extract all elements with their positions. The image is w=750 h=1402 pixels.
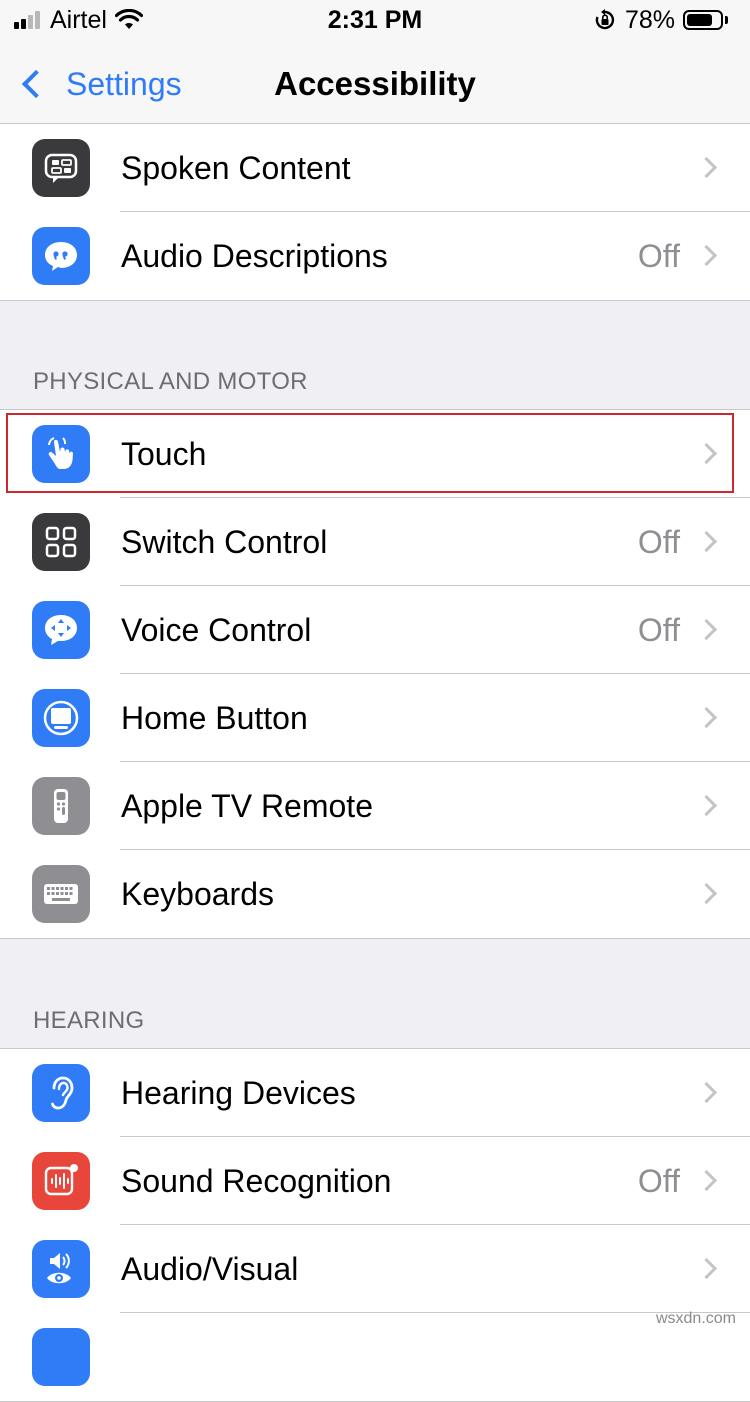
row-label: Spoken Content — [121, 150, 351, 186]
home-button-icon — [32, 689, 90, 747]
chevron-right-icon — [695, 530, 718, 553]
row-voice-control[interactable]: Voice Control Off — [0, 586, 750, 674]
audio-descriptions-icon — [32, 227, 90, 285]
chevron-right-icon — [695, 618, 718, 641]
chevron-right-icon — [695, 794, 718, 817]
sound-recognition-icon — [32, 1152, 90, 1210]
row-switch-control[interactable]: Switch Control Off — [0, 498, 750, 586]
voice-control-icon — [32, 601, 90, 659]
ear-icon — [32, 1064, 90, 1122]
section-header-physical-and-motor: PHYSICAL AND MOTOR — [33, 368, 308, 395]
orientation-lock-icon — [595, 9, 614, 30]
status-bar: Airtel 2:31 PM 78% — [0, 0, 750, 40]
chevron-right-icon — [695, 1169, 718, 1192]
chevron-right-icon — [695, 1257, 718, 1280]
row-hearing-devices[interactable]: Hearing Devices — [0, 1049, 750, 1137]
keyboard-icon — [32, 865, 90, 923]
section-header-hearing: HEARING — [33, 1007, 145, 1034]
row-label: Apple TV Remote — [121, 788, 373, 824]
spoken-content-icon — [32, 139, 90, 197]
row-label: Sound Recognition — [121, 1163, 392, 1199]
row-value: Off — [637, 524, 680, 560]
highlight-box — [6, 413, 734, 493]
settings-group-vision: Spoken Content Audio Descriptions Off — [0, 123, 750, 301]
row-sound-recognition[interactable]: Sound Recognition Off — [0, 1137, 750, 1225]
battery-percent: 78% — [624, 5, 675, 34]
row-label: Hearing Devices — [121, 1075, 356, 1111]
settings-group-hearing: Hearing Devices Sound Recognition Off Au… — [0, 1048, 750, 1402]
row-value: Off — [637, 238, 680, 274]
battery-fill — [687, 14, 712, 26]
row-label: Audio/Visual — [121, 1251, 299, 1287]
row-label: Voice Control — [121, 612, 312, 648]
row-apple-tv-remote[interactable]: Apple TV Remote — [0, 762, 750, 850]
chevron-right-icon — [695, 706, 718, 729]
row-label: Audio Descriptions — [121, 238, 388, 274]
row-label: Keyboards — [121, 876, 274, 912]
row-audio-visual[interactable]: Audio/Visual — [0, 1225, 750, 1313]
battery-icon — [683, 10, 723, 30]
page-title: Accessibility — [274, 65, 476, 102]
row-keyboards[interactable]: Keyboards — [0, 850, 750, 938]
chevron-right-icon — [695, 1081, 718, 1104]
navigation-bar: Settings Accessibility — [0, 40, 750, 129]
chevron-right-icon — [695, 156, 718, 179]
row-value: Off — [637, 612, 680, 648]
row-home-button[interactable]: Home Button — [0, 674, 750, 762]
audio-visual-icon — [32, 1240, 90, 1298]
battery-cap — [725, 16, 728, 24]
status-right: 78% — [593, 6, 728, 34]
switch-control-icon — [32, 513, 90, 571]
row-next-partial[interactable] — [0, 1313, 750, 1401]
row-label: Home Button — [121, 700, 308, 736]
row-value: Off — [637, 1163, 680, 1199]
row-label: Switch Control — [121, 524, 328, 560]
apple-tv-remote-icon — [32, 777, 90, 835]
watermark: wsxdn.com — [655, 1310, 736, 1327]
chevron-right-icon — [695, 882, 718, 905]
chevron-right-icon — [695, 244, 718, 267]
row-audio-descriptions[interactable]: Audio Descriptions Off — [0, 212, 750, 300]
row-spoken-content[interactable]: Spoken Content — [0, 124, 750, 212]
partial-icon — [32, 1328, 90, 1386]
